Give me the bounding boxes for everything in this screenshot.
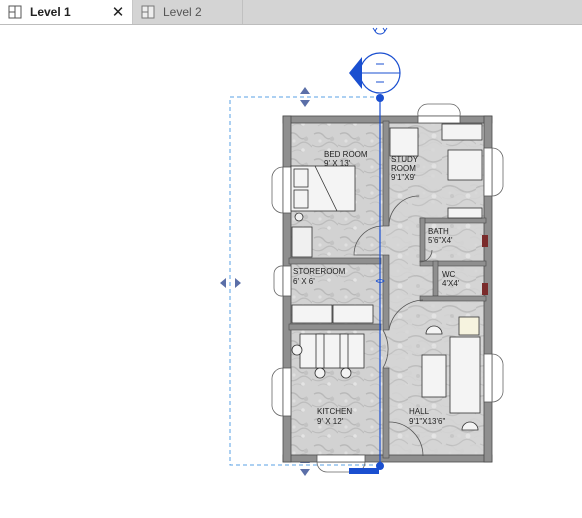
flip-section-icon[interactable]: [372, 27, 388, 35]
room-size-wc: 4'X4': [442, 279, 460, 288]
door-accent: [482, 283, 488, 295]
tab-label: Level 1: [30, 5, 71, 19]
section-head-marker-icon[interactable]: [349, 52, 401, 94]
door-accent: [482, 235, 488, 247]
floor-plan-view-icon: [8, 5, 22, 19]
room-size-bath: 5'6"X4': [428, 236, 453, 245]
tab-label: Level 2: [163, 5, 202, 19]
drawing-canvas[interactable]: BED ROOM 9' X 13' STUDY ROOM 9'1"X9' BAT…: [0, 25, 582, 513]
floor-plan-view-icon: [141, 5, 155, 19]
room-label-storeroom: STOREROOM: [293, 267, 346, 276]
room-size-hall: 9'1"X13'6": [409, 417, 445, 426]
tab-level-2[interactable]: Level 2: [133, 0, 243, 24]
room-label-bath: BATH: [428, 227, 449, 236]
close-icon[interactable]: ✕: [110, 3, 126, 21]
room-label-study: STUDY: [391, 155, 419, 164]
bed-furniture: [290, 165, 356, 212]
room-size-storeroom: 6' X 6': [293, 277, 315, 286]
room-label-wc: WC: [442, 270, 456, 279]
room-size-bedroom: 9' X 13': [324, 159, 351, 168]
room-size-kitchen: 9' X 12': [317, 417, 344, 426]
room-label-bedroom: BED ROOM: [324, 150, 368, 159]
floor-plan-drawing[interactable]: BED ROOM 9' X 13' STUDY ROOM 9'1"X9' BAT…: [0, 25, 582, 513]
room-label-hall: HALL: [409, 407, 430, 416]
room-size-study: 9'1"X9': [391, 173, 416, 182]
tab-level-1[interactable]: Level 1 ✕: [0, 0, 133, 24]
room-label-kitchen: KITCHEN: [317, 407, 352, 416]
room-label-study-2: ROOM: [391, 164, 416, 173]
view-tab-bar: Level 1 ✕ Level 2: [0, 0, 582, 25]
